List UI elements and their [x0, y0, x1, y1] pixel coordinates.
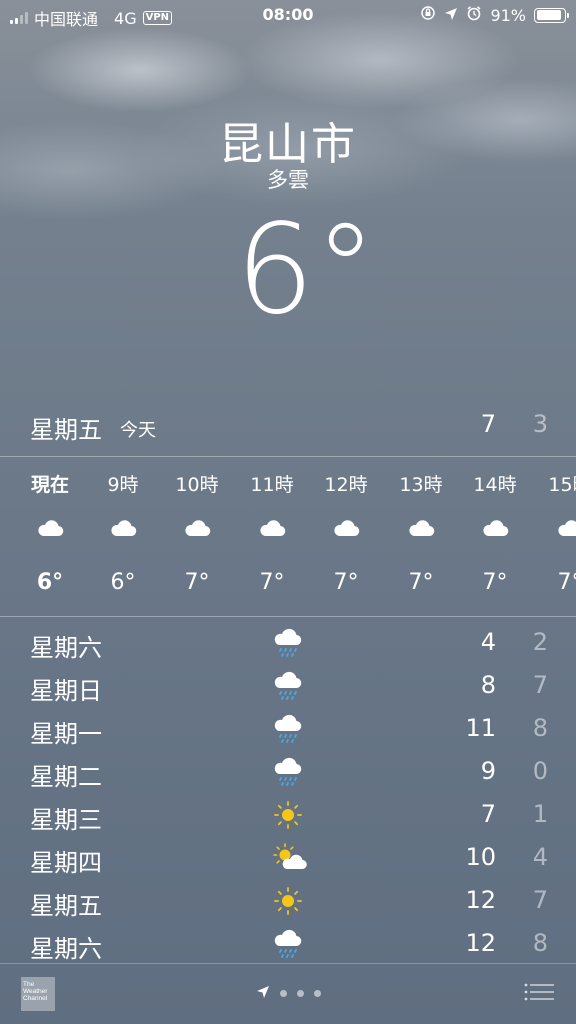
- cloud-icon: [258, 518, 286, 538]
- rain-icon: [272, 928, 304, 960]
- hour-temperature: 6°: [110, 570, 136, 595]
- day-name: 星期六: [30, 634, 102, 662]
- today-low: 3: [532, 410, 548, 438]
- partly-cloudy-icon: [272, 842, 307, 874]
- sun-icon: [272, 799, 304, 831]
- day-name: 星期五: [30, 892, 102, 920]
- day-name: 星期日: [30, 677, 102, 705]
- today-day: 星期五: [30, 416, 102, 444]
- cloud-icon: [481, 518, 509, 538]
- hour-temperature: 7°: [557, 570, 576, 595]
- current-condition: 多雲: [267, 168, 309, 192]
- list-icon: [524, 983, 554, 1001]
- divider-bottom: [0, 616, 576, 617]
- alarm-icon: [466, 5, 482, 25]
- hour-label: 10時: [175, 474, 219, 496]
- hourly-forecast[interactable]: 現在 6° 9時 6° 10時 7° 11時 7° 12時 7° 13時 7° 14時 7° 15時 7°: [0, 458, 576, 616]
- day-high: 10: [465, 843, 496, 871]
- day-high: 7: [480, 800, 496, 828]
- cloud-icon: [332, 518, 360, 538]
- day-high: 12: [465, 886, 496, 914]
- day-name: 星期三: [30, 806, 102, 834]
- hour-label: 12時: [324, 474, 368, 496]
- cloud-icon: [407, 518, 435, 538]
- daily-row: 星期五 12 7: [0, 880, 576, 923]
- daily-row: 星期一 11 8: [0, 708, 576, 751]
- battery-percentage: 91%: [490, 5, 526, 25]
- divider-top: [0, 456, 576, 457]
- day-low: 1: [532, 800, 548, 828]
- hour-label: 11時: [250, 474, 294, 496]
- day-low: 0: [532, 757, 548, 785]
- weather-channel-logo[interactable]: The Weather Channel: [21, 977, 55, 1011]
- battery-icon: [534, 7, 569, 23]
- rain-icon: [272, 713, 304, 745]
- page-dot[interactable]: [280, 990, 287, 997]
- rain-icon: [272, 627, 304, 659]
- daily-row: 星期三 7 1: [0, 794, 576, 837]
- location-arrow-icon: [444, 6, 458, 25]
- daily-row: 星期二 9 0: [0, 751, 576, 794]
- day-high: 9: [480, 757, 496, 785]
- day-low: 4: [532, 843, 548, 871]
- rain-icon: [272, 670, 304, 702]
- day-high: 4: [480, 628, 496, 656]
- hour-temperature: 7°: [184, 570, 210, 595]
- day-low: 7: [532, 671, 548, 699]
- hour-label: 13時: [399, 474, 443, 496]
- sun-icon: [272, 885, 304, 917]
- hour-label: 15時: [548, 474, 576, 496]
- cloud-icon: [183, 518, 211, 538]
- city-name: 昆山市: [219, 119, 357, 170]
- hour-temperature: 6°: [36, 570, 64, 595]
- status-bar: 中国联通 4G VPN 08:00 91%: [0, 0, 576, 30]
- daily-row: 星期六 12 8: [0, 923, 576, 966]
- hour-label: 9時: [107, 474, 139, 496]
- cloud-icon: [556, 518, 576, 538]
- day-low: 2: [532, 628, 548, 656]
- hour-temperature: 7°: [408, 570, 434, 595]
- day-high: 12: [465, 929, 496, 957]
- hour-temperature: 7°: [259, 570, 285, 595]
- cloud-icon: [109, 518, 137, 538]
- day-low: 8: [532, 714, 548, 742]
- daily-row: 星期六 4 2: [0, 622, 576, 665]
- hour-temperature: 7°: [482, 570, 508, 595]
- current-temperature: 6°: [235, 198, 377, 342]
- day-name: 星期六: [30, 935, 102, 963]
- orientation-lock-icon: [420, 5, 436, 25]
- day-name: 星期四: [30, 849, 102, 877]
- footer-toolbar: The Weather Channel: [0, 964, 576, 1024]
- daily-row: 星期四 10 4: [0, 837, 576, 880]
- page-indicator[interactable]: [256, 984, 321, 1003]
- today-summary: 星期五 今天 7 3: [0, 404, 576, 448]
- today-high: 7: [480, 410, 496, 438]
- rain-icon: [272, 756, 304, 788]
- today-label: 今天: [120, 420, 156, 441]
- day-high: 8: [480, 671, 496, 699]
- day-high: 11: [465, 714, 496, 742]
- hour-label: 14時: [473, 474, 517, 496]
- cloud-icon: [36, 518, 64, 538]
- day-low: 8: [532, 929, 548, 957]
- hour-temperature: 7°: [333, 570, 359, 595]
- location-arrow-icon: [256, 984, 270, 1003]
- day-low: 7: [532, 886, 548, 914]
- page-dot[interactable]: [314, 990, 321, 997]
- hour-label: 現在: [30, 474, 69, 496]
- day-name: 星期二: [30, 763, 102, 791]
- page-dot[interactable]: [297, 990, 304, 997]
- day-name: 星期一: [30, 720, 102, 748]
- city-list-button[interactable]: [524, 982, 554, 1002]
- daily-row: 星期日 8 7: [0, 665, 576, 708]
